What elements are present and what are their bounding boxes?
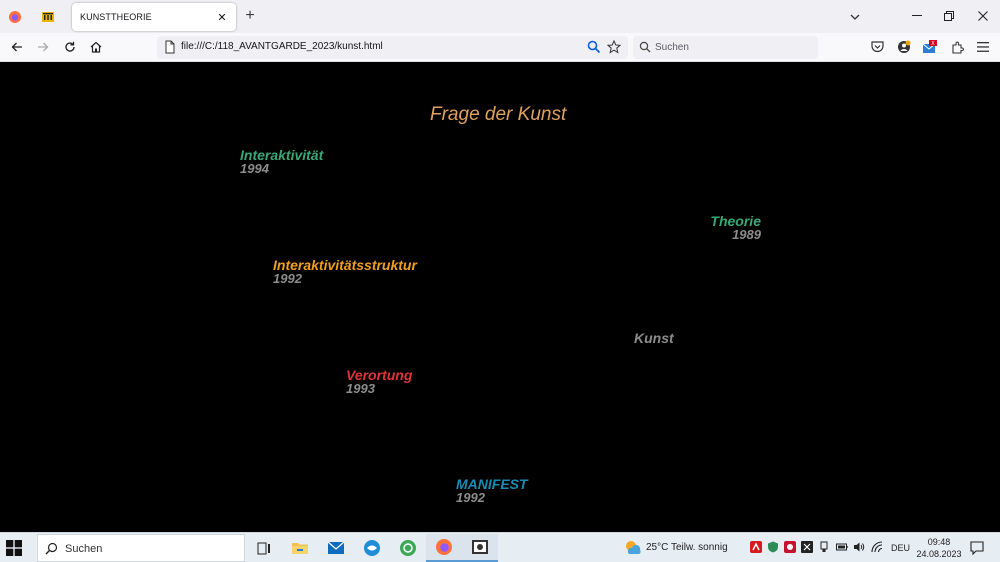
url-bar[interactable]: file:///C:/118_AVANTGARDE_2023/kunst.htm… bbox=[157, 36, 628, 59]
entry-year: 1992 bbox=[456, 490, 485, 505]
window-close-button[interactable] bbox=[972, 6, 994, 26]
firefox-icon bbox=[9, 11, 21, 23]
entry-year: 1992 bbox=[273, 271, 302, 286]
task-view-button[interactable] bbox=[246, 534, 282, 562]
app-green-icon bbox=[400, 540, 416, 556]
entry-label: Interaktivität bbox=[240, 147, 324, 163]
windows-start-icon[interactable] bbox=[6, 540, 22, 556]
page-content: Frage der Kunst Interaktivität 1994 Theo… bbox=[0, 62, 1000, 532]
folder-icon bbox=[292, 543, 308, 554]
taskbar-app-viewer[interactable] bbox=[462, 534, 498, 562]
entry-interaktivitaetsstruktur[interactable]: Interaktivitätsstruktur 1992 bbox=[273, 258, 417, 286]
chevron-down-icon[interactable] bbox=[846, 8, 864, 26]
entry-theorie[interactable]: Theorie 1989 bbox=[690, 214, 761, 242]
battery-icon[interactable] bbox=[836, 541, 848, 553]
restore-button[interactable] bbox=[938, 6, 960, 26]
pocket-icon[interactable] bbox=[869, 39, 885, 55]
antivirus-tray-icon[interactable] bbox=[750, 541, 762, 553]
taskbar-app-green[interactable] bbox=[390, 534, 426, 562]
weather-text: 25°C Teilw. sonnig bbox=[646, 542, 728, 553]
tab-title: KUNSTTHEORIE bbox=[80, 12, 152, 22]
tab-strip: KUNSTTHEORIE ✕ + bbox=[0, 0, 1000, 33]
entry-year: 1989 bbox=[732, 227, 761, 242]
entry-year: 1993 bbox=[346, 381, 375, 396]
pinned-tab[interactable] bbox=[34, 4, 62, 30]
extensions-icon[interactable] bbox=[949, 39, 965, 55]
firefox-view-button[interactable] bbox=[4, 6, 26, 28]
account-icon[interactable] bbox=[896, 39, 912, 55]
page-icon bbox=[165, 40, 175, 54]
usb-tray-icon[interactable] bbox=[818, 541, 830, 553]
task-view-icon bbox=[257, 542, 270, 554]
mail-icon bbox=[327, 541, 345, 554]
entry-interaktivitaet[interactable]: Interaktivität 1994 bbox=[240, 148, 323, 176]
search-icon bbox=[639, 41, 651, 53]
taskbar-explorer[interactable] bbox=[282, 534, 318, 562]
menu-icon[interactable] bbox=[975, 39, 991, 55]
weather-partly-sunny-icon bbox=[626, 541, 641, 554]
entry-label: MANIFEST bbox=[456, 476, 528, 492]
entry-label: Theorie bbox=[710, 213, 761, 229]
system-clock[interactable]: 09:48 24.08.2023 bbox=[916, 536, 962, 560]
taskbar-app-swirl[interactable] bbox=[354, 534, 390, 562]
taskbar-firefox[interactable] bbox=[426, 534, 462, 562]
shield-tray-icon[interactable] bbox=[767, 541, 779, 553]
entry-year: 1994 bbox=[240, 161, 269, 176]
entry-manifest[interactable]: MANIFEST 1992 bbox=[456, 477, 528, 505]
page-heading: Frage der Kunst bbox=[430, 104, 567, 125]
clock-time: 09:48 bbox=[927, 537, 951, 547]
mail-extension-icon[interactable]: X bbox=[922, 39, 938, 55]
tray-app-red-icon[interactable] bbox=[784, 541, 796, 553]
forward-arrow-icon[interactable] bbox=[35, 39, 51, 55]
search-bar[interactable]: Suchen bbox=[633, 36, 818, 59]
reload-icon[interactable] bbox=[62, 39, 78, 55]
entry-label: Interaktivitätsstruktur bbox=[273, 257, 417, 273]
svg-text:X: X bbox=[931, 41, 935, 47]
input-language[interactable]: DEU bbox=[891, 543, 910, 553]
firefox-icon bbox=[436, 539, 452, 555]
museum-icon bbox=[42, 12, 54, 22]
entry-verortung[interactable]: Verortung 1993 bbox=[346, 368, 412, 396]
clock-date: 24.08.2023 bbox=[916, 549, 962, 559]
wifi-icon[interactable] bbox=[871, 541, 883, 553]
search-placeholder: Suchen bbox=[655, 42, 689, 53]
url-text: file:///C:/118_AVANTGARDE_2023/kunst.htm… bbox=[181, 41, 383, 52]
taskbar: Suchen 25°C Teilw. sonnig DEU 09:48 24.0… bbox=[0, 532, 1000, 562]
minimize-button[interactable] bbox=[906, 6, 928, 26]
back-arrow-icon[interactable] bbox=[9, 39, 25, 55]
image-viewer-icon bbox=[472, 540, 488, 554]
home-icon[interactable] bbox=[88, 39, 104, 55]
taskbar-mail[interactable] bbox=[318, 534, 354, 562]
entry-kunst[interactable]: Kunst bbox=[634, 331, 674, 345]
close-icon[interactable]: ✕ bbox=[214, 9, 230, 25]
search-icon[interactable] bbox=[587, 40, 601, 54]
speaker-icon[interactable] bbox=[853, 541, 865, 553]
taskbar-search-placeholder: Suchen bbox=[65, 543, 103, 555]
taskbar-search[interactable]: Suchen bbox=[37, 534, 245, 562]
search-icon bbox=[45, 542, 58, 555]
entry-label: Kunst bbox=[634, 330, 674, 346]
notification-icon[interactable] bbox=[970, 541, 984, 555]
star-icon[interactable] bbox=[607, 40, 621, 54]
new-tab-button[interactable]: + bbox=[241, 7, 259, 25]
app-swirl-icon bbox=[364, 540, 380, 556]
navigation-bar: file:///C:/118_AVANTGARDE_2023/kunst.htm… bbox=[0, 33, 1000, 62]
tab-kunsttheorie[interactable]: KUNSTTHEORIE ✕ bbox=[72, 3, 236, 31]
tray-app-dark-icon[interactable] bbox=[801, 541, 813, 553]
entry-label: Verortung bbox=[346, 367, 413, 383]
